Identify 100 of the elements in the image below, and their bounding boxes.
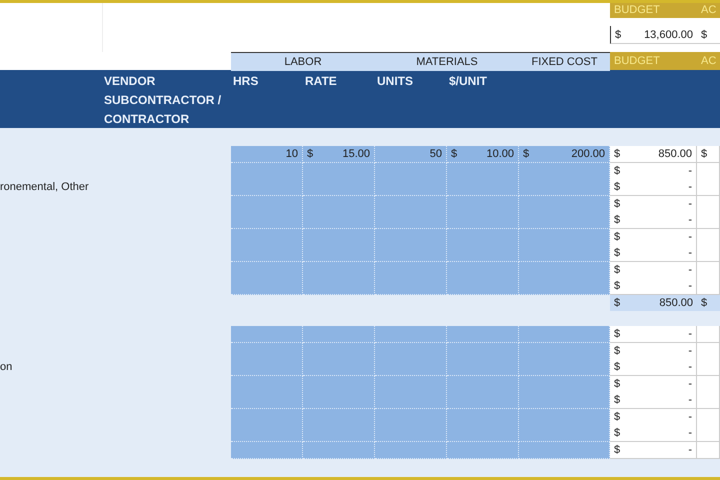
table-cell bbox=[447, 278, 519, 295]
currency-sign: $ bbox=[307, 147, 314, 162]
amount: - bbox=[688, 262, 692, 278]
table-cell bbox=[303, 326, 375, 343]
column-header: UNITS bbox=[376, 73, 414, 90]
table-cell bbox=[375, 376, 447, 392]
column-header: VENDOR SUBCONTRACTOR / CONTRACTOR bbox=[103, 73, 222, 128]
amount: - bbox=[688, 213, 692, 228]
currency-sign: $ bbox=[614, 279, 620, 294]
table-cell bbox=[231, 376, 303, 392]
table-cell bbox=[447, 262, 519, 278]
table-cell bbox=[375, 179, 447, 196]
table-cell bbox=[447, 359, 519, 376]
table-cell bbox=[231, 196, 303, 212]
table-cell bbox=[447, 376, 519, 392]
task-label: ronemental, Other bbox=[0, 180, 90, 195]
table-cell bbox=[231, 228, 303, 246]
amount: - bbox=[688, 344, 692, 358]
table-cell bbox=[375, 196, 447, 212]
currency-sign: $ bbox=[451, 147, 458, 162]
table-cell bbox=[303, 425, 375, 442]
currency-sign: $ bbox=[614, 147, 620, 162]
table-cell bbox=[447, 228, 519, 246]
column-header: RATE bbox=[304, 73, 338, 90]
table-cell bbox=[231, 179, 303, 196]
currency-sign: $ bbox=[614, 296, 620, 310]
table-cell bbox=[303, 376, 375, 392]
table-cell bbox=[447, 442, 519, 458]
table-cell bbox=[231, 425, 303, 442]
currency-sign: $ bbox=[614, 213, 620, 228]
amount: 850.00 bbox=[659, 296, 693, 310]
amount: - bbox=[688, 246, 692, 261]
column-group-header: FIXED COST bbox=[519, 52, 610, 71]
currency-sign: $ bbox=[614, 230, 620, 244]
amount: 15.00 bbox=[342, 147, 370, 162]
table-cell bbox=[231, 442, 303, 458]
amount: 200.00 bbox=[571, 147, 605, 162]
table-cell bbox=[447, 425, 519, 442]
table-cell bbox=[447, 196, 519, 212]
table-cell bbox=[231, 262, 303, 278]
currency-sign: $ bbox=[701, 296, 708, 310]
amount: - bbox=[688, 180, 692, 195]
amount: - bbox=[688, 327, 692, 342]
currency-sign: $ bbox=[614, 246, 620, 261]
table-cell bbox=[447, 212, 519, 229]
table-cell bbox=[375, 359, 447, 376]
amount: - bbox=[688, 376, 692, 392]
column-header: AC bbox=[697, 52, 720, 70]
table-cell bbox=[303, 179, 375, 196]
currency-sign: $ bbox=[614, 262, 620, 278]
column-header: BUDGET bbox=[610, 3, 697, 18]
currency-sign: $ bbox=[614, 376, 620, 392]
column-group-header: LABOR bbox=[231, 52, 375, 71]
table-cell: 10 bbox=[231, 146, 303, 163]
currency-sign: $ bbox=[614, 360, 620, 375]
table-cell bbox=[375, 162, 447, 180]
table-cell bbox=[303, 212, 375, 229]
table-cell bbox=[231, 326, 303, 343]
amount: - bbox=[688, 196, 692, 212]
currency-sign: $ bbox=[523, 147, 530, 162]
currency-sign: $ bbox=[614, 196, 620, 212]
currency-sign: $ bbox=[615, 28, 622, 43]
table-cell bbox=[303, 442, 375, 458]
table-cell bbox=[375, 408, 447, 426]
task-label: on bbox=[0, 360, 14, 375]
table-cell bbox=[375, 262, 447, 278]
amount: 10.00 bbox=[486, 147, 514, 162]
column-group-header: MATERIALS bbox=[375, 52, 519, 71]
amount: - bbox=[688, 279, 692, 294]
currency-sign: $ bbox=[614, 344, 620, 358]
table-cell bbox=[231, 245, 303, 262]
table-cell bbox=[231, 342, 303, 360]
currency-sign: $ bbox=[614, 410, 620, 424]
table-cell bbox=[375, 228, 447, 246]
table-cell bbox=[375, 278, 447, 295]
amount: - bbox=[688, 442, 692, 458]
table-cell bbox=[375, 212, 447, 229]
currency-sign: $ bbox=[614, 442, 620, 458]
table-cell bbox=[447, 392, 519, 409]
table-cell bbox=[303, 342, 375, 360]
table-cell bbox=[231, 212, 303, 229]
currency-sign: $ bbox=[614, 327, 620, 342]
table-cell: 50 bbox=[375, 146, 447, 163]
table-cell bbox=[231, 278, 303, 295]
table-cell bbox=[375, 425, 447, 442]
table-cell bbox=[375, 342, 447, 360]
column-header: AC bbox=[697, 3, 720, 18]
amount: - bbox=[688, 410, 692, 424]
table-cell bbox=[231, 392, 303, 409]
table-cell bbox=[303, 228, 375, 246]
table-cell bbox=[447, 342, 519, 360]
table-cell bbox=[447, 179, 519, 196]
table-cell bbox=[375, 245, 447, 262]
table-cell bbox=[231, 162, 303, 180]
currency-sign: $ bbox=[701, 147, 708, 162]
currency-sign: $ bbox=[614, 393, 620, 408]
table-cell bbox=[303, 245, 375, 262]
table-cell bbox=[303, 408, 375, 426]
table-cell bbox=[375, 392, 447, 409]
table-cell bbox=[447, 326, 519, 343]
